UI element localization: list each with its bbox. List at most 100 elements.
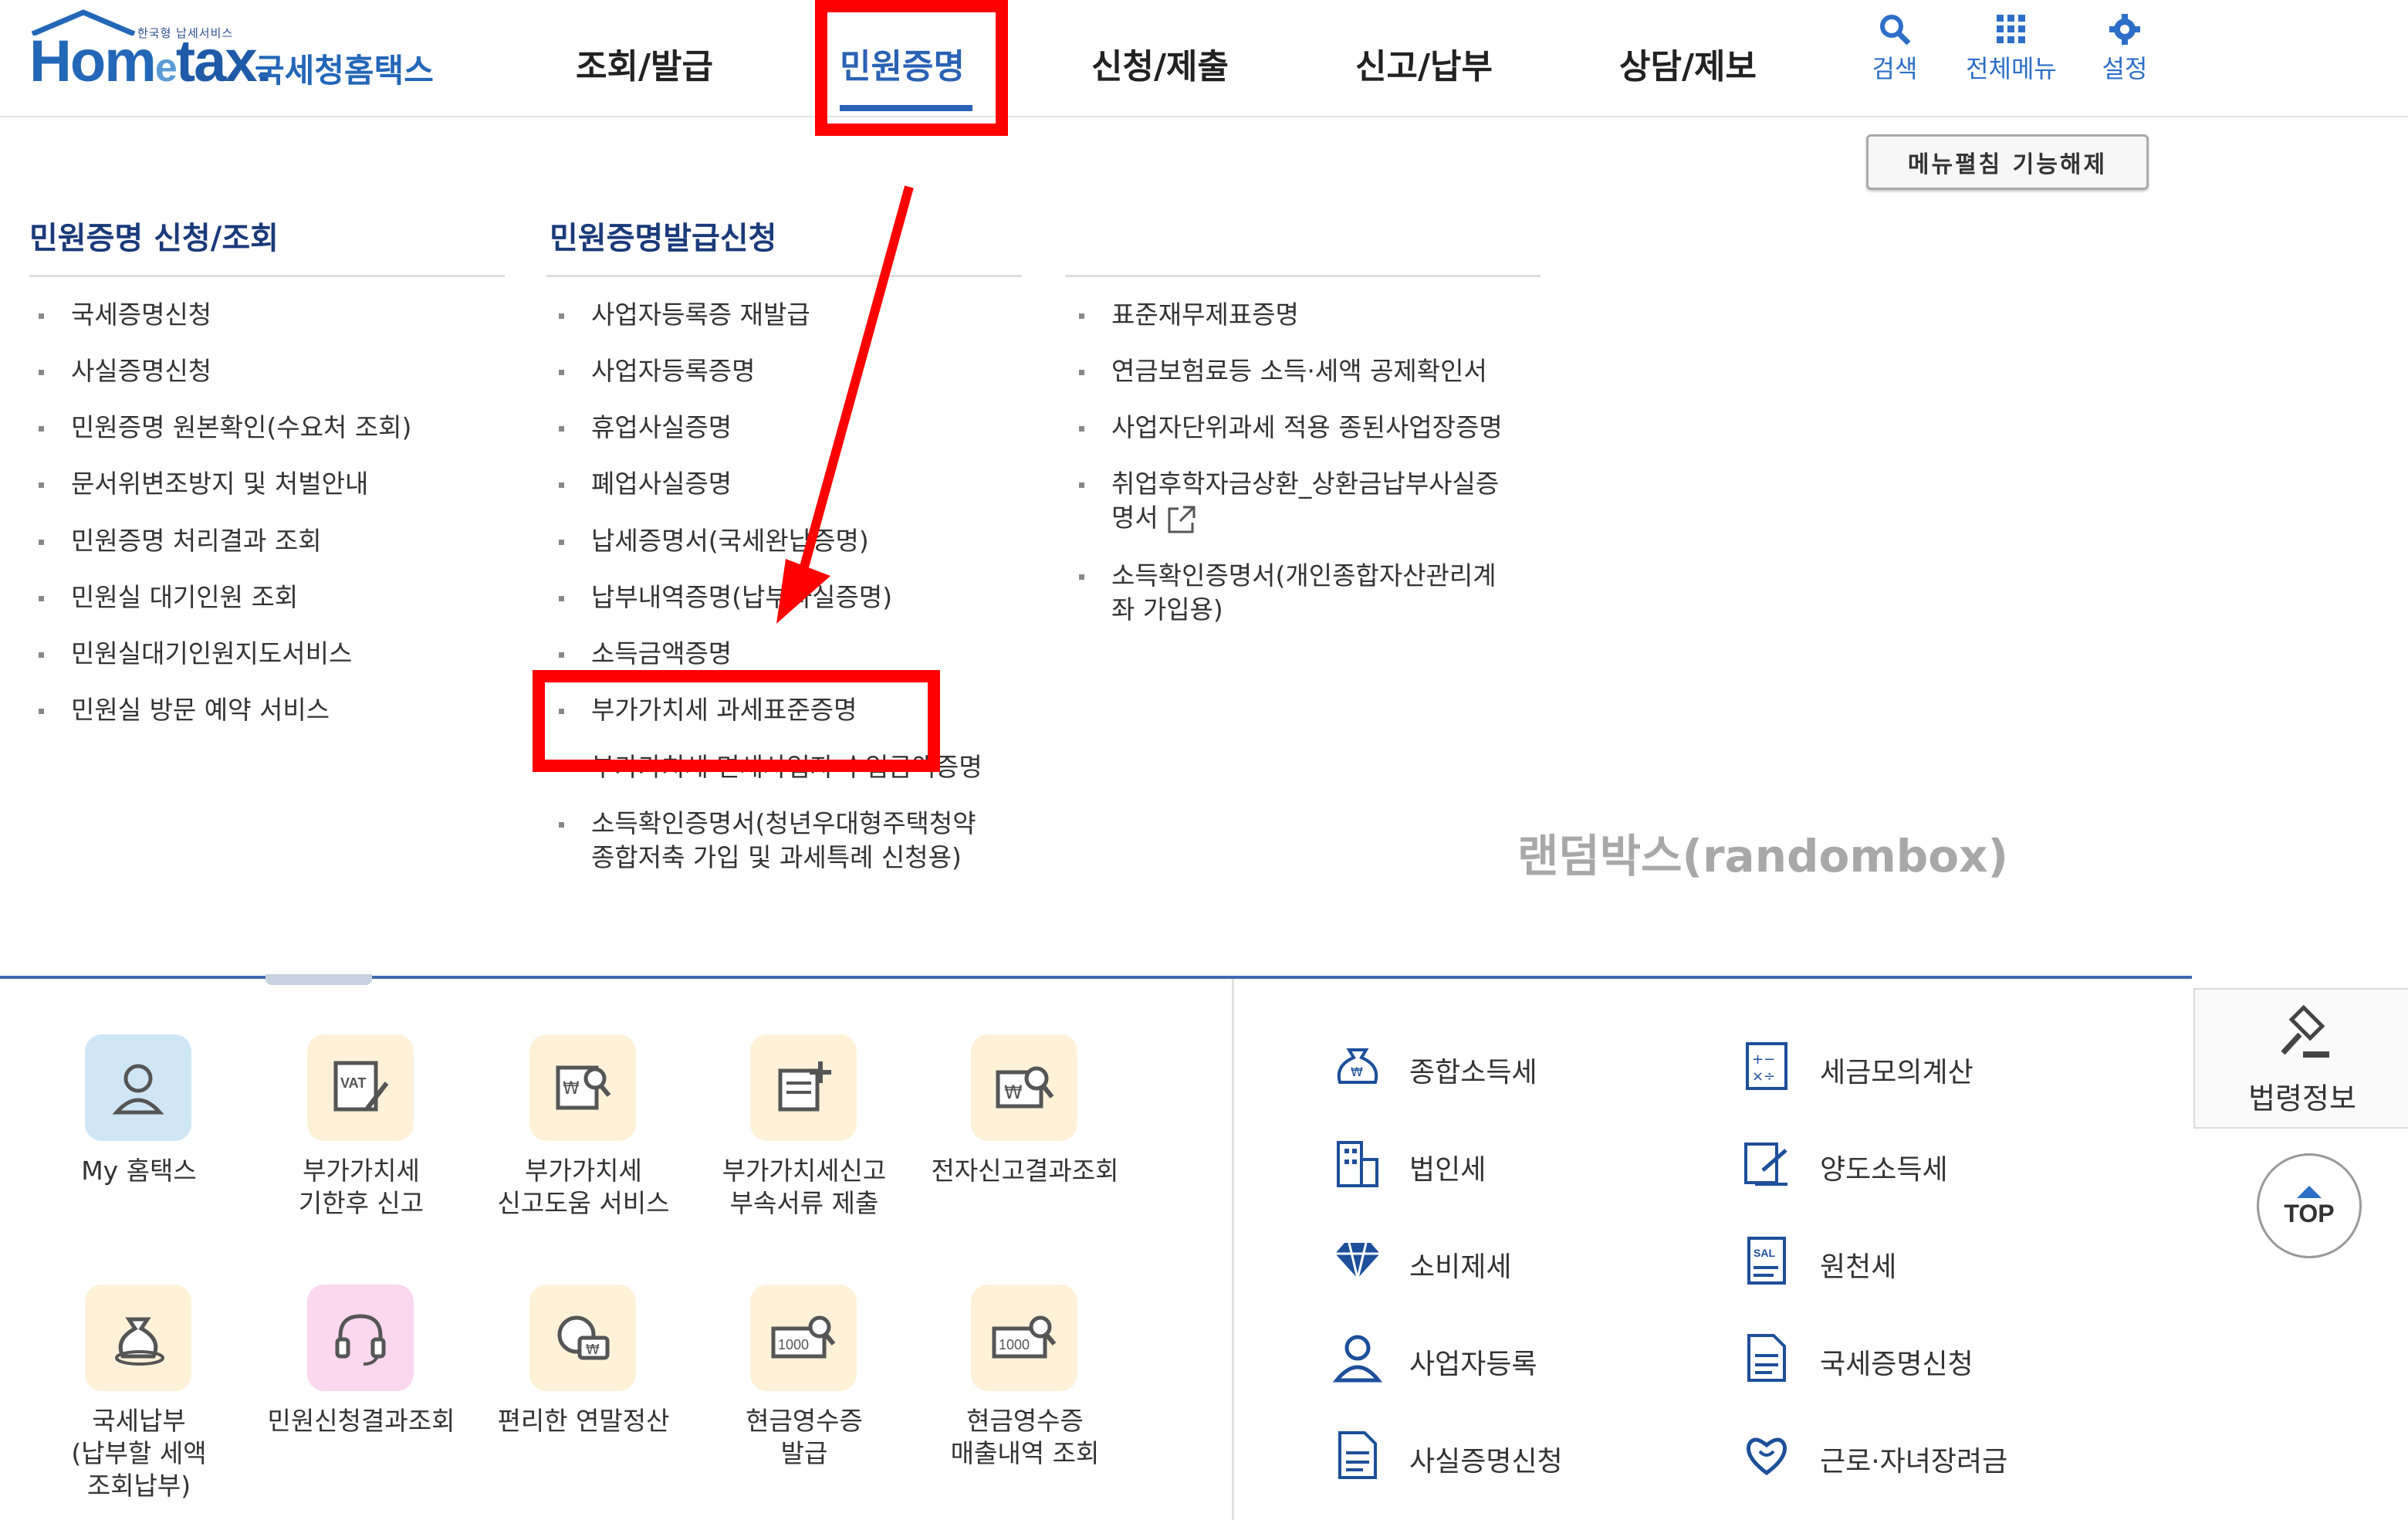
svg-text:₩: ₩ (1351, 1065, 1363, 1079)
quick-service-vat-late-report[interactable]: VAT (307, 1034, 414, 1141)
tax-link-label[interactable]: 종합소득세 (1409, 1050, 1537, 1090)
menu-item-waiting-map[interactable]: 민원실대기인원지도서비스 (38, 637, 352, 671)
tax-link-fact-certificate[interactable] (1331, 1428, 1385, 1485)
tax-link-label[interactable]: 법인세 (1409, 1147, 1486, 1187)
tax-link-business-registration[interactable] (1331, 1331, 1385, 1388)
quick-service-label: 부가가치세 기한후 신고 (298, 1156, 424, 1218)
money-sack-icon: ₩ (1337, 1048, 1378, 1084)
tax-link-label[interactable]: 소비제세 (1409, 1244, 1511, 1285)
highlight-box-nav (815, 0, 1008, 136)
money-bag-icon (85, 1285, 191, 1391)
settings-button[interactable]: 설정 (2090, 12, 2159, 85)
scroll-top-button[interactable]: TOP (2257, 1153, 2362, 1258)
quick-service-tax-payment[interactable] (85, 1285, 191, 1391)
quick-service-year-end-settlement[interactable]: ₩ (529, 1285, 636, 1391)
menu-item-closure-cert[interactable]: 폐업사실증명 (558, 467, 732, 501)
nav-apply-submit[interactable]: 신청/제출 (1091, 39, 1229, 88)
won-search-icon: ₩ (971, 1034, 1077, 1141)
quick-service-label: 민원신청결과조회 (267, 1406, 455, 1436)
nav-inquiry-issue[interactable]: 조회/발급 (576, 39, 713, 88)
diamond-icon (1335, 1242, 1380, 1279)
tax-link-corporate[interactable] (1331, 1136, 1385, 1193)
menu-item-biz-reg-cert[interactable]: 사업자등록증명 (559, 354, 756, 388)
menu-item-income-confirm-youth-line2[interactable]: 종합저축 가입 및 과세특례 신청용) (591, 841, 962, 875)
menu-item-student-loan-cert[interactable]: 취업후학자금상환_상환금납부사실증 (1078, 467, 1499, 501)
quick-service-label: 전자신고결과조회 (931, 1156, 1119, 1186)
person-icon (1332, 1335, 1383, 1383)
menu-item-pension-deduction-cert[interactable]: 연금보험료등 소득·세액 공제확인서 (1079, 354, 1487, 388)
menu-item-income-confirm-isa-line2[interactable]: 좌 가입용) (1111, 593, 1223, 627)
top-label: TOP (2284, 1199, 2335, 1227)
search-button[interactable]: 검색 (1860, 12, 1929, 85)
gear-icon (2109, 14, 2140, 45)
arrow-up-icon (2297, 1185, 2322, 1198)
tax-link-label[interactable]: 사업자등록 (1409, 1342, 1537, 1382)
tax-link-label[interactable]: 양도소득세 (1820, 1147, 1948, 1187)
transfer-doc-icon (1744, 1143, 1787, 1186)
hometax-logo[interactable]: Hometax. (29, 28, 272, 95)
tax-link-consumption[interactable] (1331, 1234, 1385, 1291)
menu-item-result-inquiry[interactable]: 민원증명 처리결과 조회 (39, 524, 322, 558)
law-info-panel[interactable]: 법령정보 (2193, 988, 2408, 1129)
calculator-icon: +−×÷ (1746, 1042, 1787, 1090)
document-icon (1338, 1431, 1377, 1479)
nav-report-pay[interactable]: 신고/납부 (1355, 39, 1493, 88)
tax-link-tax-certificate[interactable] (1740, 1331, 1794, 1388)
tax-link-withholding[interactable]: SAL (1740, 1234, 1794, 1291)
quick-service-label: 부가가치세 신고도움 서비스 (497, 1156, 670, 1218)
menu-item-fact-certificate[interactable]: 사실증명신청 (38, 354, 211, 388)
all-menu-label: 전체메뉴 (1966, 54, 2057, 83)
tax-link-earned-income-credit[interactable] (1740, 1428, 1794, 1485)
tax-link-capital-gains[interactable] (1740, 1136, 1794, 1193)
menu-item-suspension-cert[interactable]: 휴업사실증명 (558, 411, 732, 445)
svg-text:₩: ₩ (586, 1342, 600, 1358)
menu-expand-toggle-button[interactable]: 메뉴펼침 기능해제 (1866, 134, 2149, 190)
tax-link-label[interactable]: 근로·자녀장려금 (1820, 1439, 2007, 1479)
document-search-icon: ₩ (529, 1034, 636, 1141)
menu-item-income-amount-cert[interactable]: 소득금액증명 (558, 637, 732, 671)
quick-service-vat-help[interactable]: ₩ (529, 1034, 636, 1141)
svg-text:+−: +− (1752, 1051, 1775, 1068)
quick-service-label: 국세납부 (납부할 세액 조회납부) (71, 1406, 207, 1501)
quick-service-cash-receipt-sales[interactable]: 1000 (971, 1285, 1077, 1391)
column-title-civil-apply: 민원증명 신청/조회 (29, 221, 279, 256)
quick-service-label: 현금영수증 매출내역 조회 (950, 1406, 1100, 1468)
tax-link-label[interactable]: 국세증명신청 (1820, 1342, 1973, 1382)
quick-service-cash-receipt-issue[interactable]: 1000 (750, 1285, 857, 1391)
menu-item-income-confirm-youth[interactable]: 소득확인증명서(청년우대형주택청약 (559, 807, 976, 841)
heart-hands-icon (1746, 1437, 1787, 1476)
receipt-number: 1000 (999, 1337, 1030, 1352)
gavel-icon (2281, 1005, 2329, 1058)
menu-item-original-check[interactable]: 민원증명 원본확인(수요처 조회) (38, 411, 411, 445)
tax-link-label[interactable]: 원천세 (1820, 1244, 1896, 1285)
tax-link-label[interactable]: 세금모의계산 (1820, 1050, 1973, 1090)
quick-service-vat-attachments[interactable] (750, 1034, 857, 1141)
menu-item-financial-statement-cert[interactable]: 표준재무제표증명 (1079, 298, 1299, 332)
menu-item-student-loan-cert-line2[interactable]: 명서 (1111, 501, 1197, 535)
all-menu-button[interactable]: 전체메뉴 (1957, 12, 2065, 85)
quick-service-e-filing-result[interactable]: ₩ (971, 1034, 1077, 1141)
tax-link-comprehensive-income[interactable]: ₩ (1331, 1039, 1385, 1096)
quick-service-civil-result[interactable] (307, 1285, 414, 1391)
svg-text:VAT: VAT (340, 1075, 366, 1091)
vat-pen-icon: VAT (307, 1034, 414, 1141)
grid-menu-icon (1997, 15, 2025, 43)
tax-link-label[interactable]: 사실증명신청 (1409, 1439, 1563, 1479)
menu-item-visit-reservation[interactable]: 민원실 방문 예약 서비스 (38, 693, 330, 727)
salary-doc-icon: SAL (1747, 1237, 1786, 1285)
tax-link-tax-simulation[interactable]: +− ×÷ (1740, 1039, 1794, 1096)
menu-item-tax-certificate[interactable]: 국세증명신청 (38, 298, 211, 332)
menu-item-waiting-count[interactable]: 민원실 대기인원 조회 (38, 581, 298, 614)
menu-item-forgery-prevention[interactable]: 문서위변조방지 및 처벌안내 (38, 467, 368, 501)
receipt-number: 1000 (778, 1337, 809, 1352)
quick-service-my-hometax[interactable] (85, 1034, 191, 1141)
nav-consult-report[interactable]: 상담/제보 (1619, 39, 1757, 88)
menu-item-income-confirm-isa[interactable]: 소득확인증명서(개인종합자산관리계 (1079, 559, 1497, 593)
svg-text:SAL: SAL (1754, 1247, 1775, 1259)
quick-service-label: 현금영수증 발급 (746, 1406, 863, 1468)
svg-text:₩: ₩ (1004, 1082, 1023, 1103)
search-icon (1880, 15, 1911, 46)
menu-item-subsidiary-biz-cert[interactable]: 사업자단위과세 적용 종된사업장증명 (1079, 411, 1503, 445)
svg-text:₩: ₩ (563, 1079, 580, 1099)
column-divider (1065, 275, 1541, 277)
